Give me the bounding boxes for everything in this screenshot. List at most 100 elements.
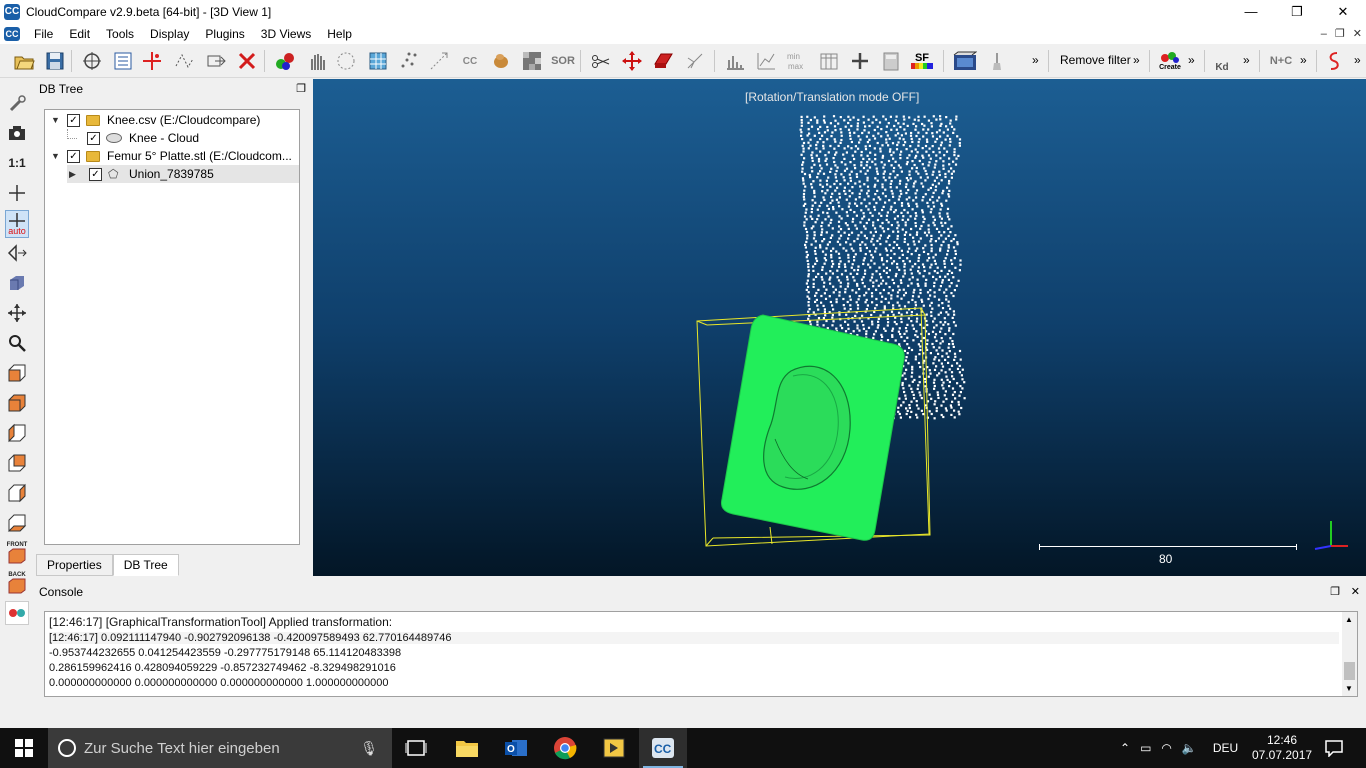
taskbar-search[interactable]: Zur Suche Text hier eingeben 🎙 bbox=[48, 728, 392, 768]
tree-item-union[interactable]: ▶ ✓ ⬠ Union_7839785 bbox=[67, 165, 299, 183]
checkbox[interactable]: ✓ bbox=[89, 167, 102, 181]
scatter-icon[interactable] bbox=[397, 49, 421, 73]
curve-icon[interactable] bbox=[1322, 49, 1346, 73]
menu-help[interactable]: Help bbox=[319, 27, 360, 41]
toolbar-overflow-2[interactable]: » bbox=[1133, 53, 1140, 67]
maximize-button[interactable]: ❐ bbox=[1274, 0, 1320, 23]
media-app-icon[interactable] bbox=[590, 728, 638, 768]
zoom-icon[interactable] bbox=[5, 331, 29, 355]
toolbar-overflow-5[interactable]: » bbox=[1300, 53, 1307, 67]
normal-color-button[interactable]: N+C bbox=[1266, 49, 1296, 73]
toolbar-overflow-4[interactable]: » bbox=[1243, 53, 1250, 67]
open-icon[interactable] bbox=[12, 49, 36, 73]
point-picking-icon[interactable] bbox=[80, 49, 104, 73]
align-icon[interactable] bbox=[683, 49, 707, 73]
toolbar-overflow-3[interactable]: » bbox=[1188, 53, 1195, 67]
menu-display[interactable]: Display bbox=[142, 27, 197, 41]
view-back-icon[interactable] bbox=[5, 451, 29, 475]
close-button[interactable]: ✕ bbox=[1320, 0, 1366, 23]
menu-file[interactable]: File bbox=[26, 27, 61, 41]
mdi-minimize-button[interactable]: – bbox=[1321, 28, 1327, 40]
expand-arrow-icon[interactable]: ▼ bbox=[51, 151, 61, 161]
histogram-icon[interactable] bbox=[723, 49, 747, 73]
menu-tools[interactable]: Tools bbox=[98, 27, 142, 41]
auto-pivot-button[interactable]: auto bbox=[5, 210, 29, 238]
notifications-icon[interactable] bbox=[1310, 728, 1358, 768]
mdi-restore-button[interactable]: ❐ bbox=[1335, 27, 1345, 40]
potato-icon[interactable] bbox=[489, 49, 513, 73]
console-scrollbar[interactable]: ▲ ▼ bbox=[1342, 612, 1357, 696]
chrome-icon[interactable] bbox=[541, 728, 589, 768]
menu-edit[interactable]: Edit bbox=[61, 27, 98, 41]
float-panel-icon[interactable]: ❐ bbox=[296, 82, 306, 95]
scroll-thumb[interactable] bbox=[1344, 662, 1355, 680]
view-iso-back-button[interactable]: BACK bbox=[5, 571, 29, 595]
delete-icon[interactable] bbox=[235, 49, 259, 73]
outlook-icon[interactable]: O bbox=[492, 728, 540, 768]
view-top-icon[interactable] bbox=[5, 361, 29, 385]
grid-icon[interactable] bbox=[366, 49, 390, 73]
toolbar-overflow-6[interactable]: » bbox=[1354, 53, 1361, 67]
calculator-icon[interactable] bbox=[879, 49, 903, 73]
polyline-icon[interactable] bbox=[172, 49, 196, 73]
connected-components-button[interactable]: CC bbox=[458, 49, 482, 73]
crosshair-icon[interactable] bbox=[5, 181, 29, 205]
mdi-close-button[interactable]: ✕ bbox=[1353, 27, 1362, 40]
checkbox[interactable]: ✓ bbox=[87, 131, 100, 145]
collapse-arrow-icon[interactable]: ▶ bbox=[69, 169, 79, 180]
file-explorer-icon[interactable] bbox=[443, 728, 491, 768]
film-icon[interactable] bbox=[953, 49, 977, 73]
save-icon[interactable] bbox=[43, 49, 67, 73]
remove-filter-button[interactable]: Remove filter bbox=[1060, 53, 1131, 67]
pan-icon[interactable] bbox=[5, 301, 29, 325]
scissors-icon[interactable] bbox=[589, 49, 613, 73]
volume-icon[interactable]: 🔈 bbox=[1182, 741, 1197, 755]
minimize-button[interactable]: — bbox=[1228, 0, 1274, 23]
stereo-icon[interactable] bbox=[5, 601, 29, 625]
subsample-icon[interactable] bbox=[334, 49, 358, 73]
start-button[interactable] bbox=[0, 728, 48, 768]
tree-item-knee-cloud[interactable]: ✓ Knee - Cloud bbox=[67, 129, 199, 147]
scalar-field-button[interactable]: SF bbox=[910, 49, 934, 73]
language-indicator[interactable]: DEU bbox=[1213, 741, 1238, 755]
3d-view[interactable]: [Rotation/Translation mode OFF] 80 bbox=[313, 79, 1366, 576]
view-front-icon[interactable] bbox=[5, 391, 29, 415]
cube-perspective-icon[interactable] bbox=[5, 271, 29, 295]
tree-item-femur-stl[interactable]: ▼ ✓ Femur 5° Platte.stl (E:/Cloudcom... bbox=[51, 147, 292, 165]
wrench-icon[interactable] bbox=[5, 91, 29, 115]
tab-properties[interactable]: Properties bbox=[36, 554, 113, 576]
hand-icon[interactable] bbox=[305, 49, 329, 73]
resample-icon[interactable] bbox=[427, 49, 451, 73]
toolbar-overflow-1[interactable]: » bbox=[1032, 53, 1039, 67]
noise-icon[interactable] bbox=[520, 49, 544, 73]
battery-icon[interactable]: ▭ bbox=[1140, 741, 1151, 755]
menu-plugins[interactable]: Plugins bbox=[197, 27, 252, 41]
table-icon[interactable] bbox=[817, 49, 841, 73]
view-right-icon[interactable] bbox=[5, 481, 29, 505]
cloudcompare-taskbar-icon[interactable]: CC bbox=[639, 728, 687, 768]
translate-rotate-icon[interactable] bbox=[620, 49, 644, 73]
float-console-icon[interactable]: ❐ bbox=[1330, 585, 1340, 598]
zoom-one-to-one-button[interactable]: 1:1 bbox=[5, 151, 29, 175]
console-log[interactable]: [12:46:17] [GraphicalTransformationTool]… bbox=[44, 611, 1358, 697]
checkbox[interactable]: ✓ bbox=[67, 149, 80, 163]
cross-section-icon[interactable] bbox=[651, 49, 675, 73]
clock[interactable]: 12:46 07.07.2017 bbox=[1252, 733, 1312, 763]
app-menu-icon[interactable]: CC bbox=[4, 26, 20, 41]
kd-tree-button[interactable]: Kd bbox=[1210, 49, 1234, 73]
checkbox[interactable]: ✓ bbox=[67, 113, 80, 127]
list-icon[interactable] bbox=[111, 49, 135, 73]
rotate-icon[interactable] bbox=[5, 241, 29, 265]
segment-icon[interactable] bbox=[140, 49, 164, 73]
scroll-down-icon[interactable]: ▼ bbox=[1345, 684, 1353, 693]
distance-icon[interactable] bbox=[754, 49, 778, 73]
menu-3d-views[interactable]: 3D Views bbox=[253, 27, 319, 41]
microphone-icon[interactable]: 🎙 bbox=[360, 740, 378, 757]
camera-icon[interactable] bbox=[5, 121, 29, 145]
tree-item-knee-csv[interactable]: ▼ ✓ Knee.csv (E:/Cloudcompare) bbox=[51, 111, 260, 129]
sor-filter-button[interactable]: SOR bbox=[551, 49, 575, 73]
scroll-up-icon[interactable]: ▲ bbox=[1345, 615, 1353, 624]
brush-icon[interactable] bbox=[985, 49, 1009, 73]
canupo-create-button[interactable]: Create bbox=[1158, 49, 1182, 73]
task-view-icon[interactable] bbox=[392, 728, 440, 768]
